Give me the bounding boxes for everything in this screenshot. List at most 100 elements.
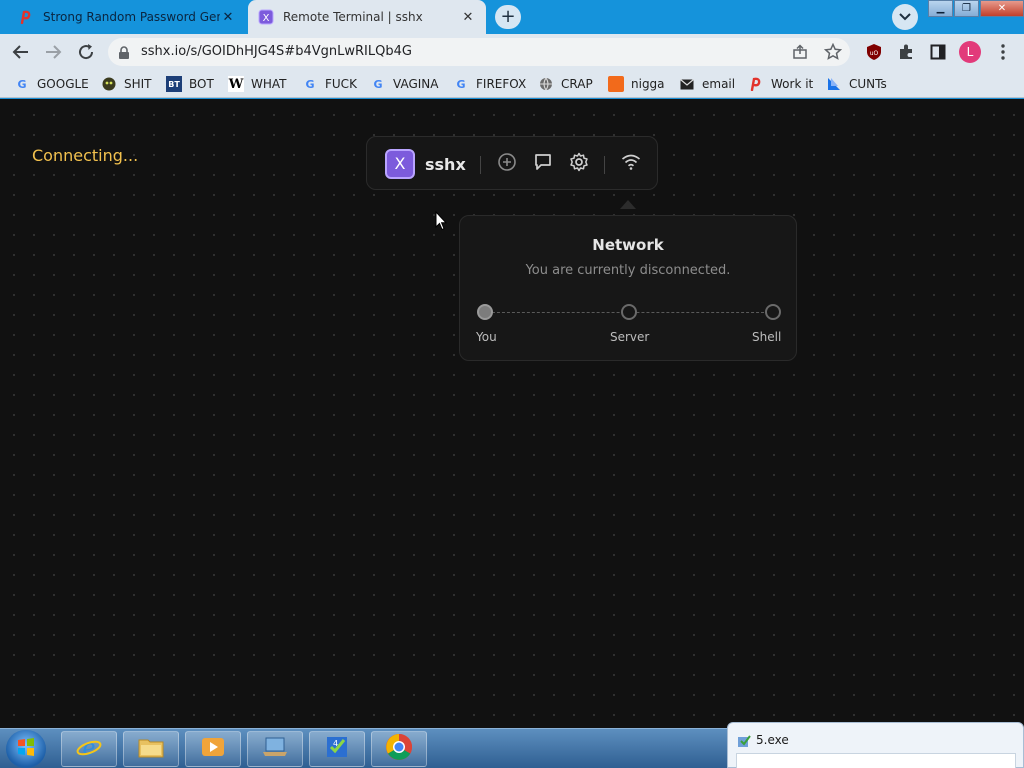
network-node-shell xyxy=(765,304,781,320)
minimize-icon[interactable]: ▁ xyxy=(928,0,953,17)
network-status-text: You are currently disconnected. xyxy=(525,263,731,278)
node-label-server: Server xyxy=(610,330,650,344)
app-name: sshx xyxy=(425,155,466,174)
svg-text:X: X xyxy=(263,13,270,24)
url-text[interactable]: sshx.io/s/GOIDhHJG4S#b4VgnLwRILQb4G xyxy=(141,44,412,59)
svg-text:4: 4 xyxy=(333,739,338,748)
tab-title: Remote Terminal | sshx xyxy=(283,10,423,24)
chat-icon xyxy=(533,152,553,176)
kebab-menu-icon[interactable] xyxy=(992,41,1014,63)
ublock-icon[interactable]: uO xyxy=(863,41,885,63)
bookmark-item[interactable]: nigga xyxy=(608,75,665,93)
lock-icon[interactable] xyxy=(118,45,130,64)
globe-icon xyxy=(538,76,554,92)
bookmark-item[interactable]: SHIT xyxy=(101,75,152,93)
address-bar[interactable]: sshx.io/s/GOIDhHJG4S#b4VgnLwRILQb4G xyxy=(108,38,850,66)
sshx-logo-icon: X xyxy=(385,149,415,179)
close-icon[interactable]: ✕ xyxy=(460,9,476,25)
tab-title: Strong Random Password Generator xyxy=(43,10,220,24)
bot-icon xyxy=(101,76,117,92)
bookmark-label: CRAP xyxy=(561,77,593,91)
taskbar-internet-explorer[interactable]: e xyxy=(61,731,117,767)
taskbar-app[interactable]: 4 xyxy=(309,731,365,767)
bookmark-label: SHIT xyxy=(124,77,152,91)
folder-icon xyxy=(137,735,165,763)
settings-button[interactable] xyxy=(567,152,591,176)
start-button[interactable] xyxy=(6,730,46,768)
installer-icon xyxy=(737,733,751,752)
maximize-icon[interactable]: ❐ xyxy=(954,0,979,17)
plus-circle-icon xyxy=(497,152,517,176)
add-terminal-button[interactable] xyxy=(495,152,519,176)
network-node-you xyxy=(477,304,493,320)
bookmark-item[interactable]: G FIREFOX xyxy=(453,75,526,93)
bookmark-item[interactable]: BT BOT xyxy=(166,75,214,93)
bookmarks-bar: G GOOGLE SHIT BT BOT W WHAT G FUCK G VAG… xyxy=(0,70,1024,98)
gear-icon xyxy=(569,152,589,176)
popup-title: 5.exe xyxy=(756,733,789,747)
node-label-shell: Shell xyxy=(752,330,782,344)
bookmark-label: GOOGLE xyxy=(37,77,89,91)
divider xyxy=(480,156,481,174)
bookmark-label: FIREFOX xyxy=(476,77,527,91)
chrome-icon xyxy=(385,733,413,765)
bookmark-item[interactable]: CUNTs xyxy=(826,75,887,93)
bookmark-label: WHAT xyxy=(251,77,287,91)
chat-button[interactable] xyxy=(531,152,555,176)
google-icon: G xyxy=(17,77,27,91)
bookmark-item[interactable]: CRAP xyxy=(538,75,593,93)
close-icon[interactable]: ✕ xyxy=(220,9,236,25)
network-button[interactable] xyxy=(619,152,643,176)
node-label-you: You xyxy=(476,330,497,344)
exe-popup-window[interactable]: 5.exe xyxy=(727,722,1024,768)
window-controls: ▁ ❐ ✕ xyxy=(928,0,1024,18)
network-title: Network xyxy=(592,236,664,254)
taskbar-media-player[interactable] xyxy=(185,731,241,767)
svg-text:uO: uO xyxy=(870,50,879,57)
popup-body xyxy=(736,753,1016,768)
forward-arrow-icon[interactable] xyxy=(42,41,64,63)
bookmark-label: email xyxy=(702,77,736,91)
back-arrow-icon[interactable] xyxy=(10,41,32,63)
w-icon: W xyxy=(228,76,244,92)
side-panel-icon[interactable] xyxy=(927,41,949,63)
tab-remote-terminal[interactable]: X Remote Terminal | sshx ✕ xyxy=(248,0,486,34)
bookmark-item[interactable]: G FUCK xyxy=(302,75,357,93)
tab-strip: Strong Random Password Generator ✕ X Rem… xyxy=(0,0,1024,34)
divider xyxy=(604,156,605,174)
bookmark-label: FUCK xyxy=(325,77,357,91)
new-tab-button[interactable]: + xyxy=(495,5,521,29)
terminal-canvas[interactable]: Connecting... X sshx Network You are cur… xyxy=(0,99,1024,728)
sshx-logo-icon: X xyxy=(258,9,274,25)
sshx-toolbar: X sshx xyxy=(366,136,658,190)
taskbar-app[interactable] xyxy=(247,731,303,767)
mouse-cursor-icon xyxy=(435,210,448,235)
flag-icon xyxy=(826,76,842,92)
passwords-logo-icon xyxy=(748,76,764,92)
bookmark-item[interactable]: G GOOGLE xyxy=(14,75,89,93)
chevron-down-icon[interactable] xyxy=(892,4,918,30)
profile-avatar[interactable]: L xyxy=(959,41,981,63)
connection-status: Connecting... xyxy=(32,146,139,165)
passwords-logo-icon xyxy=(18,9,34,25)
bookmark-item[interactable]: Work it xyxy=(748,75,813,93)
extensions-icon[interactable] xyxy=(895,41,917,63)
bookmark-item[interactable]: W WHAT xyxy=(228,75,287,93)
bookmark-item[interactable]: G VAGINA xyxy=(370,75,438,93)
reload-icon[interactable] xyxy=(75,41,97,63)
network-popover: Network You are currently disconnected. … xyxy=(459,215,797,361)
bookmark-label: nigga xyxy=(631,77,665,91)
star-icon[interactable] xyxy=(823,42,843,65)
mail-icon xyxy=(679,76,695,92)
taskbar-chrome[interactable] xyxy=(371,731,427,767)
wifi-icon xyxy=(621,153,641,175)
taskbar-file-explorer[interactable] xyxy=(123,731,179,767)
browser-toolbar: sshx.io/s/GOIDhHJG4S#b4VgnLwRILQb4G uO L xyxy=(0,34,1024,70)
soundcloud-icon xyxy=(608,76,624,92)
network-node-server xyxy=(621,304,637,320)
share-icon[interactable] xyxy=(792,44,808,64)
tab-password-generator[interactable]: Strong Random Password Generator ✕ xyxy=(8,0,246,34)
popover-arrow xyxy=(620,200,636,209)
bookmark-item[interactable]: email xyxy=(679,75,735,93)
close-window-icon[interactable]: ✕ xyxy=(980,0,1024,17)
